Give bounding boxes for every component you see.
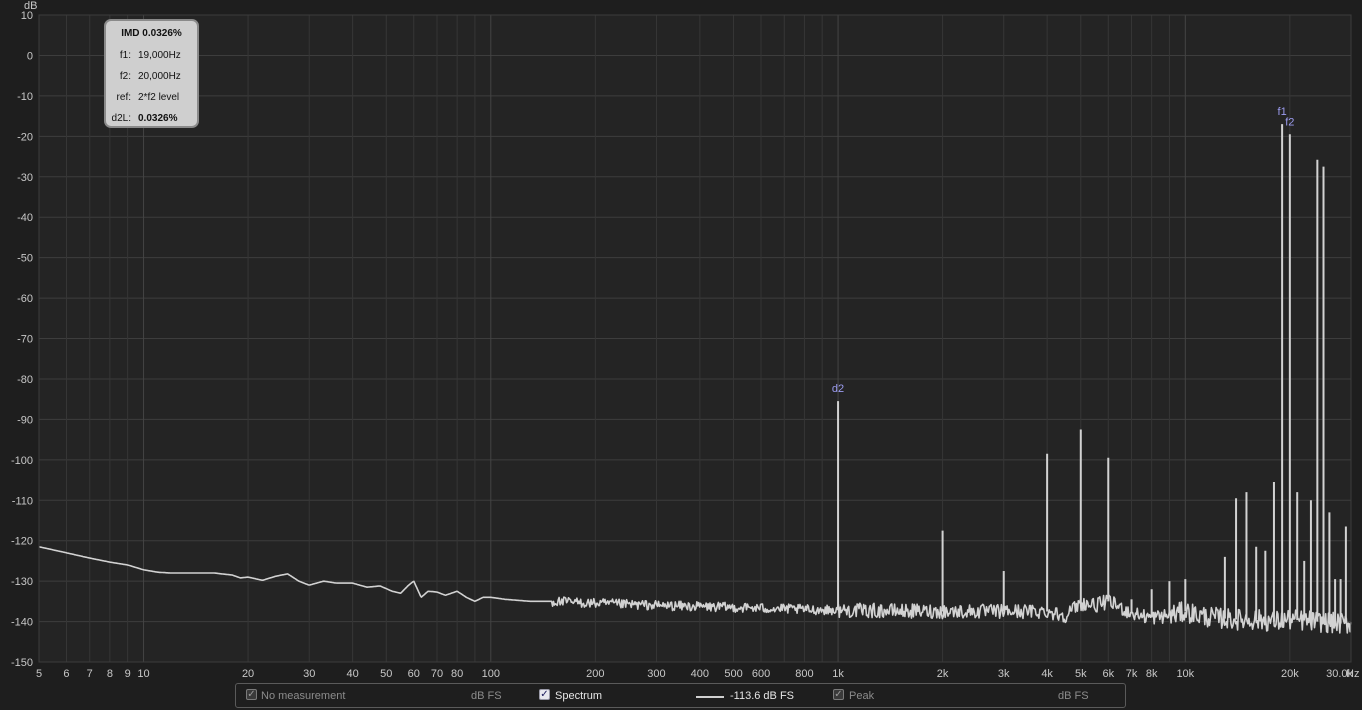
- y-tick-label: -50: [17, 253, 33, 265]
- x-tick-label: 70: [431, 668, 443, 680]
- y-tick-label: -140: [11, 617, 33, 629]
- y-tick-label: -100: [11, 455, 33, 467]
- y-axis-unit-label: dB: [24, 0, 37, 12]
- x-tick-label: 8: [107, 668, 113, 680]
- x-tick-label: 600: [752, 668, 770, 680]
- y-tick-label: 0: [27, 50, 33, 62]
- x-tick-label: 50: [380, 668, 392, 680]
- imd-title: IMD 0.0326%: [121, 28, 182, 39]
- peak-label: Peak: [849, 690, 875, 702]
- x-tick-label: 30: [303, 668, 315, 680]
- x-axis-unit-label: Hz: [1346, 668, 1359, 680]
- y-axis-tick-labels: 100-10-20-30-40-50-60-70-80-90-100-110-1…: [11, 10, 33, 669]
- x-tick-label: 500: [724, 668, 742, 680]
- imd-key: f1:: [119, 50, 131, 61]
- imd-key: ref:: [116, 92, 131, 103]
- spectrum-chart: 100-10-20-30-40-50-60-70-80-90-100-110-1…: [11, 0, 1359, 680]
- x-tick-label: 300: [647, 668, 665, 680]
- peak-annotation-d2: d2: [832, 383, 844, 395]
- peak-annotation-f2: f2: [1285, 116, 1294, 128]
- x-tick-label: 60: [408, 668, 420, 680]
- x-tick-label: 400: [691, 668, 709, 680]
- x-tick-label: 80: [451, 668, 463, 680]
- imd-value: 0.0326%: [138, 113, 178, 124]
- imd-row-f2: f2: 20,000Hz: [106, 70, 197, 84]
- imd-value: 20,000Hz: [138, 71, 181, 82]
- spectrum-value: -113.6 dB FS: [730, 690, 794, 702]
- x-tick-label: 800: [795, 668, 813, 680]
- x-tick-label: 6k: [1102, 668, 1114, 680]
- legend-bar: ✓ No measurement dB FS ✓ Spectrum -113.6…: [235, 683, 1126, 708]
- imd-value: 2*f2 level: [138, 92, 180, 103]
- x-tick-label: 200: [586, 668, 604, 680]
- peak-unit: dB FS: [1058, 690, 1089, 702]
- x-tick-label: 4k: [1041, 668, 1053, 680]
- x-tick-label: 5k: [1075, 668, 1087, 680]
- spectrum-checkbox[interactable]: ✓: [539, 689, 550, 700]
- spectrum-label: Spectrum: [555, 690, 603, 702]
- y-tick-label: -30: [17, 172, 33, 184]
- x-tick-label: 1k: [832, 668, 844, 680]
- x-tick-label: 20k: [1281, 668, 1299, 680]
- x-tick-label: 6: [63, 668, 69, 680]
- y-tick-label: -10: [17, 91, 33, 103]
- imd-value: 19,000Hz: [138, 50, 181, 61]
- imd-row-d2l: d2L: 0.0326%: [106, 112, 197, 126]
- x-tick-label: 8k: [1146, 668, 1158, 680]
- x-axis-tick-labels: 5 6 7 8 9 10 20 30 40 50 60 70 80 100 200 300 400 500 600 8…: [36, 668, 1354, 680]
- x-tick-label: 7: [87, 668, 93, 680]
- y-tick-label: -120: [11, 536, 33, 548]
- y-tick-label: -150: [11, 657, 33, 669]
- y-tick-label: -110: [12, 495, 33, 507]
- imd-key: d2L:: [111, 113, 131, 124]
- imd-row-f1: f1: 19,000Hz: [106, 49, 197, 63]
- x-tick-label: 40: [346, 668, 358, 680]
- y-tick-label: -80: [17, 374, 33, 386]
- y-tick-label: -40: [17, 212, 33, 224]
- spectrum-line-swatch: [696, 696, 724, 698]
- y-tick-label: -90: [17, 414, 33, 426]
- imd-row-ref: ref: 2*f2 level: [106, 91, 197, 105]
- imd-key: f2:: [119, 71, 131, 82]
- imd-result-box: IMD 0.0326% f1: 19,000Hz f2: 20,000Hz re…: [104, 19, 199, 128]
- x-tick-label: 9: [125, 668, 131, 680]
- y-tick-label: -20: [17, 131, 33, 143]
- x-tick-label: 5: [36, 668, 42, 680]
- no-measurement-unit: dB FS: [471, 690, 502, 702]
- x-tick-label: 2k: [937, 668, 949, 680]
- x-tick-label: 100: [482, 668, 500, 680]
- no-measurement-checkbox[interactable]: ✓: [246, 689, 257, 700]
- x-tick-label: 20: [242, 668, 254, 680]
- x-tick-label: 3k: [998, 668, 1010, 680]
- x-tick-label: 7k: [1126, 668, 1138, 680]
- y-tick-label: -130: [11, 576, 33, 588]
- x-tick-label: 10: [137, 668, 149, 680]
- no-measurement-label: No measurement: [261, 690, 346, 702]
- y-tick-label: -60: [17, 293, 33, 305]
- x-tick-label: 10k: [1176, 668, 1194, 680]
- peak-checkbox[interactable]: ✓: [833, 689, 844, 700]
- y-tick-label: -70: [17, 334, 33, 346]
